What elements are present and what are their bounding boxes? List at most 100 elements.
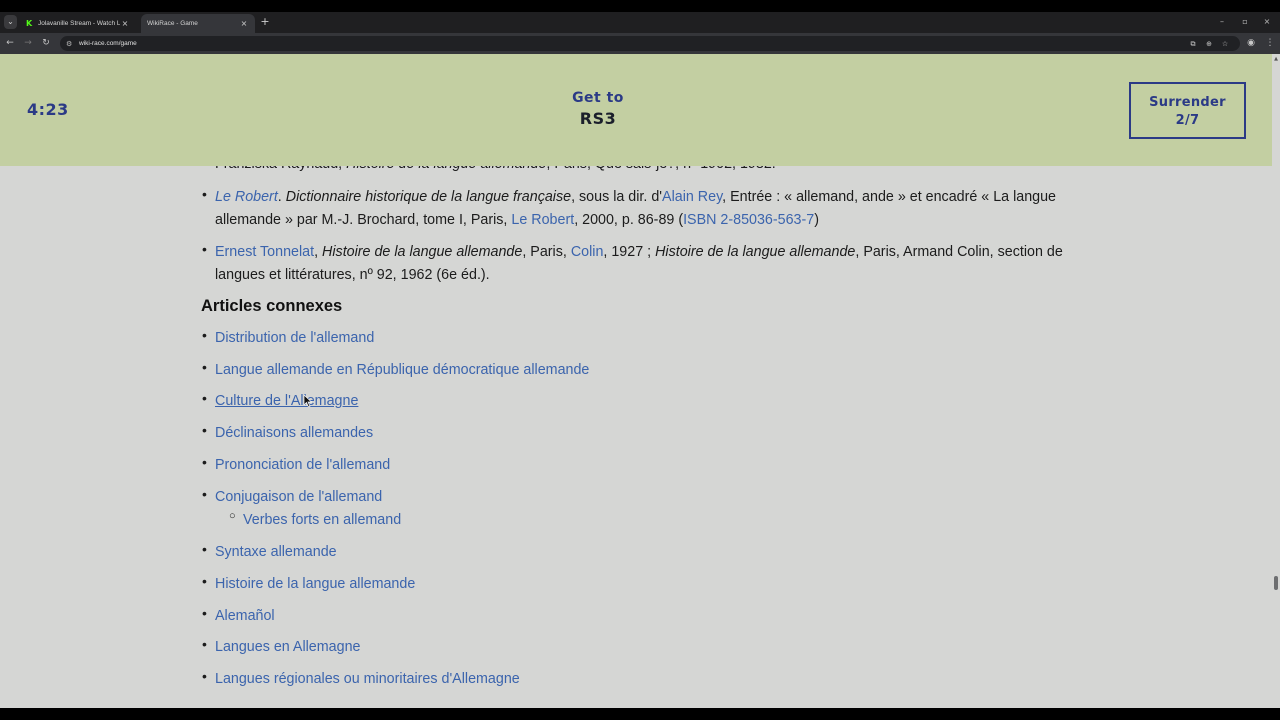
kick-icon: K — [26, 18, 33, 28]
list-item: Alemañol — [215, 605, 1065, 628]
browser-toolbar: ← → ↻ ⚙ wiki-race.com/game ⧉ ⊕ ☆ ◉ ⋮ — [0, 33, 1280, 54]
window-close-icon[interactable]: × — [1260, 16, 1274, 28]
text-fragment: ) — [814, 212, 819, 228]
bullet: • — [202, 605, 207, 621]
scroll-thumb[interactable] — [1274, 576, 1278, 590]
surrender-count: 2/7 — [1175, 113, 1200, 128]
page-scrollbar[interactable]: ▲ — [1272, 54, 1280, 708]
link-related-article[interactable]: Langues en Allemagne — [215, 639, 360, 655]
forward-icon[interactable]: → — [22, 37, 34, 49]
link-text: Le Robert — [215, 189, 278, 205]
tab-strip: ⌄ K Jolavanille Stream - Watch Live × Wi… — [0, 12, 1280, 33]
scroll-up-arrow-icon[interactable]: ▲ — [1273, 56, 1279, 62]
top-band — [0, 0, 1280, 12]
sub-bullet: ○ — [229, 510, 236, 522]
address-bar[interactable]: ⚙ wiki-race.com/game ⧉ ⊕ ☆ — [60, 36, 1240, 51]
bullet: • — [202, 636, 207, 652]
link-colin[interactable]: Colin — [571, 244, 604, 260]
back-icon[interactable]: ← — [4, 37, 16, 49]
surrender-button[interactable]: Surrender 2/7 — [1129, 82, 1246, 139]
bullet: • — [202, 541, 207, 557]
text-fragment: , Paris, Armand Colin, section de — [855, 244, 1063, 260]
link-related-article-hovered[interactable]: Culture de l'Allemagne — [215, 393, 358, 409]
link-related-article[interactable]: Déclinaisons allemandes — [215, 425, 373, 441]
game-timer: 4:23 — [27, 100, 69, 119]
link-related-article[interactable]: Prononciation de l'allemand — [215, 457, 390, 473]
link-isbn[interactable]: ISBN 2-85036-563-7 — [683, 212, 814, 228]
restore-icon[interactable]: ▫ — [1238, 16, 1252, 28]
bullet: • — [202, 241, 207, 257]
bullet: • — [202, 390, 207, 406]
list-item: Syntaxe allemande — [215, 541, 1065, 564]
list-item: Langues régionales ou minoritaires d'All… — [215, 668, 1065, 691]
section-heading: Articles connexes — [201, 297, 343, 315]
text-fragment: , Entrée : « allemand, ande » et encadré… — [722, 189, 1057, 205]
link-ernest-tonnelat[interactable]: Ernest Tonnelat — [215, 244, 314, 260]
list-item: Culture de l'Allemagne — [215, 390, 1065, 413]
list-item: Déclinaisons allemandes — [215, 422, 1065, 445]
bullet: • — [202, 186, 207, 202]
minimize-icon[interactable]: – — [1215, 16, 1229, 28]
goal-target: RS3 — [579, 109, 617, 128]
menu-icon[interactable]: ⋮ — [1264, 37, 1276, 49]
tab-title: WikiRace - Game — [147, 20, 198, 27]
zoom-icon[interactable]: ⊕ — [1204, 39, 1214, 49]
page-viewport: • Franziska Raynaud, Histoire de la lang… — [0, 54, 1280, 708]
tab-search-button[interactable]: ⌄ — [4, 15, 17, 29]
surrender-label: Surrender — [1149, 95, 1226, 110]
reference-item: Le Robert. Dictionnaire historique de la… — [215, 189, 1057, 228]
text-fragment: , Paris, — [522, 244, 571, 260]
bullet: • — [202, 327, 207, 343]
list-item: Langues en Allemagne — [215, 636, 1065, 659]
tab-wikirace[interactable]: WikiRace - Game × — [141, 14, 255, 33]
list-item: Histoire de la langue allemande — [215, 573, 1065, 596]
link-alain-rey[interactable]: Alain Rey — [662, 189, 722, 205]
list-item: Conjugaison de l'allemand — [215, 486, 1065, 509]
mouse-cursor-icon — [304, 395, 312, 407]
bullet: • — [202, 573, 207, 589]
profile-icon[interactable]: ◉ — [1245, 37, 1257, 49]
reference-item: Ernest Tonnelat, Histoire de la langue a… — [215, 241, 1065, 287]
game-header: 4:23 Get to RS3 Surrender 2/7 — [0, 54, 1272, 166]
list-item: Langue allemande en République démocrati… — [215, 359, 1065, 382]
text-fragment: allemande » par M.-J. Brochard, tome I, … — [215, 212, 512, 228]
text-fragment: , 1927 ; — [603, 244, 656, 260]
reference-title: Histoire de la langue allemande — [655, 244, 856, 260]
reload-icon[interactable]: ↻ — [40, 37, 52, 49]
text-fragment: , — [314, 244, 323, 260]
list-item: Prononciation de l'allemand — [215, 454, 1065, 477]
list-item-nested: Verbes forts en allemand — [243, 509, 1093, 532]
text-fragment: , sous la dir. d' — [571, 189, 663, 205]
tab-jolavanille[interactable]: K Jolavanille Stream - Watch Live × — [20, 14, 136, 33]
bullet: • — [202, 454, 207, 470]
site-info-icon[interactable]: ⚙ — [66, 40, 74, 48]
bookmark-star-icon[interactable]: ☆ — [1220, 39, 1230, 49]
link-related-article[interactable]: Verbes forts en allemand — [243, 512, 401, 528]
bullet: • — [202, 668, 207, 684]
goal-label: Get to — [572, 90, 624, 106]
bullet: • — [202, 486, 207, 502]
translate-icon[interactable]: ⧉ — [1188, 39, 1198, 49]
bottom-band — [0, 708, 1280, 720]
link-related-article[interactable]: Histoire de la langue allemande — [215, 576, 415, 592]
reference-title: Dictionnaire historique de la langue fra… — [285, 189, 572, 205]
text-fragment: langues et littératures, nº 92, 1962 (6e… — [215, 267, 490, 283]
close-icon[interactable]: × — [239, 19, 249, 28]
close-icon[interactable]: × — [120, 19, 130, 28]
link-le-robert[interactable]: Le Robert — [215, 189, 278, 205]
link-related-article[interactable]: Syntaxe allemande — [215, 544, 337, 560]
link-related-article[interactable]: Alemañol — [215, 608, 275, 624]
link-related-article[interactable]: Distribution de l'allemand — [215, 330, 374, 346]
url-text: wiki-race.com/game — [79, 40, 137, 47]
link-related-article[interactable]: Langues régionales ou minoritaires d'All… — [215, 671, 520, 687]
goal-panel: Get to RS3 — [498, 90, 698, 128]
bullet: • — [202, 359, 207, 375]
link-related-article[interactable]: Conjugaison de l'allemand — [215, 489, 382, 505]
reference-title: Histoire de la langue allemande — [322, 244, 523, 260]
new-tab-button[interactable]: + — [259, 16, 271, 28]
text-fragment: , 2000, p. 86-89 ( — [574, 212, 684, 228]
link-related-article[interactable]: Langue allemande en République démocrati… — [215, 362, 589, 378]
tab-title: Jolavanille Stream - Watch Live — [38, 20, 120, 27]
link-le-robert-publisher[interactable]: Le Robert — [511, 212, 574, 228]
bullet: • — [202, 422, 207, 438]
